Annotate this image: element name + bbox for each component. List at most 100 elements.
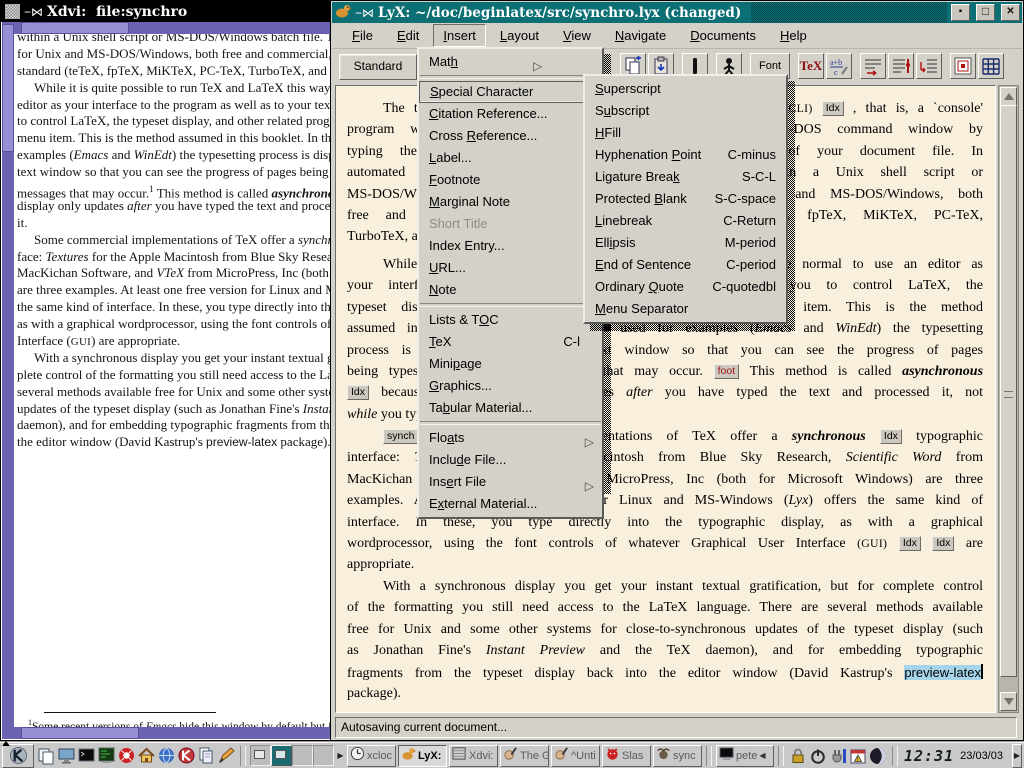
lock-icon[interactable] [788,745,808,767]
taskbar-task-xcloc[interactable]: xcloc [347,745,396,767]
menu-item-ellipsis[interactable]: EllipsisM-period [585,232,786,254]
inset-idx[interactable]: Idx [932,536,954,551]
menu-item-math[interactable]: Math▷ [419,51,602,73]
menu-item-superscript[interactable]: Superscript [585,78,786,100]
menu-item-ligature-break[interactable]: Ligature BreakS-C-L [585,166,786,188]
taskbar-task-lyx[interactable]: LyX: [398,745,447,767]
document-scrollbar[interactable] [998,85,1019,713]
menu-item-insert-file[interactable]: Insert File▷ [419,471,602,493]
panel-hide-button[interactable]: ▶ [1012,744,1022,768]
menubar-item-edit[interactable]: Edit [387,24,429,47]
menu-item-note[interactable]: Note [419,279,602,301]
taskbar-task-pete[interactable]: pete◀ [716,745,774,767]
menu-item-subscript[interactable]: Subscript [585,100,786,122]
layout-selector[interactable]: Standard [339,54,417,80]
browser-icon[interactable] [156,745,176,767]
pager-desktop-2[interactable] [271,745,292,766]
menu-item-ordinary-quote[interactable]: Ordinary QuoteC-quotedbl [585,276,786,298]
home-icon[interactable] [136,745,156,767]
documents-icon[interactable] [196,745,216,767]
calendar-icon[interactable]: ! [848,745,868,767]
menu-item-hfill[interactable]: HFill [585,122,786,144]
xdvi-vscrollbar[interactable] [2,22,14,739]
menu-item-end-of-sentence[interactable]: End of SentenceC-period [585,254,786,276]
menu-item-index-entry[interactable]: Index Entry... [419,235,602,257]
marginal-note-icon[interactable] [888,53,914,79]
menu-item-floats[interactable]: Floats▷ [419,427,602,449]
terminal-icon[interactable] [96,745,116,767]
menu-item-marginal-note[interactable]: Marginal Note [419,191,602,213]
menubar-item-insert[interactable]: Insert [433,24,486,47]
taskbar-task-the-g[interactable]: The G [500,745,549,767]
menu-item-menu-separator[interactable]: Menu Separator [585,298,786,320]
xdvi-hscroll-thumb-bottom[interactable] [21,727,139,739]
xdvi-hscrollbar-bottom[interactable] [14,727,331,739]
inset-foot[interactable]: foot [714,364,740,379]
menu-item-special-character[interactable]: Special Character [419,81,602,103]
klipper-icon[interactable] [828,745,848,767]
menu-item-minipage[interactable]: Minipage [419,353,602,375]
inset-idx[interactable]: Idx [880,429,902,444]
menu-item-external-material[interactable]: External Material... [419,493,602,515]
kmenu-button[interactable] [2,744,34,768]
date-display[interactable]: 23/03/03 [958,750,1005,762]
menubar-item-file[interactable]: File [342,24,383,47]
taskbar-scroll-icon[interactable]: ▶ [336,746,345,766]
menu-item-lists-toc[interactable]: Lists & TOC [419,309,602,331]
maximize-button[interactable] [976,4,995,21]
menu-item-include-file[interactable]: Include File... [419,449,602,471]
inset-idx[interactable]: Idx [822,101,844,116]
text-segment[interactable]: preview-latex [904,665,981,680]
math-mode-icon[interactable]: a+bc [826,53,852,79]
inset-idx[interactable]: Idx [347,385,369,400]
menu-item-url[interactable]: URL... [419,257,602,279]
footnote-icon[interactable] [860,53,886,79]
menu-item-tabular-material[interactable]: Tabular Material... [419,397,602,419]
digital-clock[interactable]: 12:31 [902,747,956,765]
desktop-icon[interactable] [56,745,76,767]
close-button[interactable] [1001,4,1020,21]
menu-item-tex[interactable]: TeXC-l [419,331,602,353]
menu-item-footnote[interactable]: Footnote [419,169,602,191]
pager-desktop-1[interactable] [250,745,271,766]
console-icon[interactable] [76,745,96,767]
desktop-pager[interactable] [250,745,334,766]
menubar-item-layout[interactable]: Layout [490,24,549,47]
taskbar-task-xdvi[interactable]: Xdvi: [449,745,498,767]
menu-item-graphics[interactable]: Graphics... [419,375,602,397]
menubar-item-view[interactable]: View [553,24,601,47]
menubar-item-documents[interactable]: Documents [680,24,766,47]
scroll-thumb[interactable] [1000,105,1017,677]
menu-item-hyphenation-point[interactable]: Hyphenation PointC-minus [585,144,786,166]
scroll-down-arrow[interactable] [1000,692,1017,711]
pager-desktop-4[interactable] [313,745,334,766]
window-list-icon[interactable] [36,745,56,767]
editor-icon[interactable] [216,745,236,767]
menubar-item-navigate[interactable]: Navigate [605,24,676,47]
taskbar-task-unti[interactable]: ^Unti [551,745,600,767]
taskbar-task-sync[interactable]: sync [653,745,702,767]
minimize-button[interactable] [951,4,970,21]
inset-idx[interactable]: Idx [899,536,921,551]
tex-mode-button[interactable]: TeX [798,53,824,79]
lyx-titlebar[interactable]: LyX: ~/doc/beginlatex/src/synchro.lyx (c… [332,2,1022,23]
kapp-icon[interactable] [176,745,196,767]
insert-table-icon[interactable] [978,53,1004,79]
menu-item-citation-reference[interactable]: Citation Reference... [419,103,602,125]
inset-synch[interactable]: synch [383,429,418,444]
xdvi-titlebar[interactable]: Xdvi: file:synchro [1,1,332,22]
menu-item-label[interactable]: Label... [419,147,602,169]
insert-figure-icon[interactable] [950,53,976,79]
xdvi-vscroll-thumb[interactable] [2,24,14,152]
help-icon[interactable] [116,745,136,767]
pager-desktop-3[interactable] [292,745,313,766]
xdvi-hscrollbar-top[interactable] [14,22,331,34]
sticky-pin-icon[interactable] [355,7,374,19]
scroll-up-arrow[interactable] [1000,87,1017,106]
taskbar-task-slas[interactable]: Slas [602,745,651,767]
power-icon[interactable] [808,745,828,767]
xdvi-hscroll-thumb[interactable] [21,22,129,34]
menu-item-linebreak[interactable]: LinebreakC-Return [585,210,786,232]
menubar-item-help[interactable]: Help [770,24,817,47]
menu-item-protected-blank[interactable]: Protected BlankS-C-space [585,188,786,210]
